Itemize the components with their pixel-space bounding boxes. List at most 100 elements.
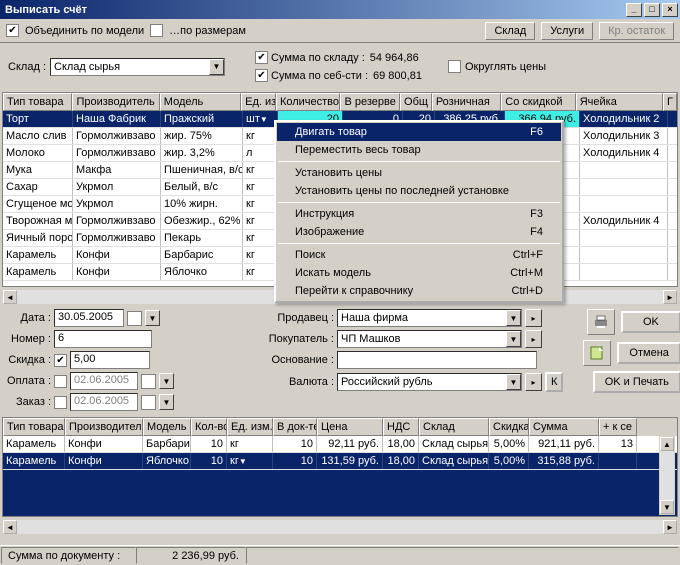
col-header[interactable]: Сумма <box>529 418 599 436</box>
cell: Обезжир., 62% <box>161 213 243 229</box>
skidka-checkbox[interactable]: ✔ <box>54 354 67 367</box>
skidka-input[interactable]: 5,00 <box>70 351 150 369</box>
menu-item[interactable]: ИзображениеF4 <box>277 223 561 241</box>
menu-item[interactable]: Установить цены по последней установке <box>277 182 561 200</box>
printer-icon <box>593 315 609 329</box>
ok-button[interactable]: OK <box>621 311 680 333</box>
col-header[interactable]: НДС <box>383 418 419 436</box>
col-header[interactable]: В резерве <box>340 93 400 111</box>
pokup-lookup-icon[interactable]: ▸ <box>525 330 542 348</box>
maximize-button[interactable]: □ <box>644 3 660 17</box>
hscroll2-left-icon[interactable]: ◄ <box>3 520 17 534</box>
oplata-picker-icon[interactable] <box>141 374 156 389</box>
col-header[interactable]: В док-те <box>273 418 317 436</box>
cell: Конфи <box>73 264 161 280</box>
prodavec-lookup-icon[interactable]: ▸ <box>525 309 542 327</box>
menu-item-label: Перейти к справочнику <box>295 285 494 297</box>
sum-sklad-checkbox[interactable]: ✔ <box>255 51 268 64</box>
zakaz-checkbox[interactable] <box>54 396 67 409</box>
sklad-combo[interactable]: Склад сырья ▼ <box>50 58 225 76</box>
pokup-drop-icon[interactable]: ▼ <box>506 331 521 347</box>
col-header[interactable]: Розничная <box>432 93 501 111</box>
osnov-label: Основание : <box>264 354 334 366</box>
menu-item[interactable]: Искать модельCtrl+M <box>277 264 561 282</box>
sklad-value: Склад сырья <box>51 60 209 74</box>
prodavec-drop-icon[interactable]: ▼ <box>506 310 521 326</box>
oplata-checkbox[interactable] <box>54 375 67 388</box>
col-header-extra[interactable]: Г <box>663 93 677 111</box>
cell: кг <box>243 213 278 229</box>
col-header[interactable]: Ед. изм. <box>227 418 273 436</box>
sheet-icon-button[interactable] <box>583 340 611 366</box>
menu-item[interactable]: Перейти к справочникуCtrl+D <box>277 282 561 300</box>
col-header[interactable]: Тип товара <box>3 93 72 111</box>
cancel-button[interactable]: Отмена <box>617 342 680 364</box>
menu-item[interactable]: Переместить весь товар <box>277 141 561 159</box>
menu-item[interactable]: Двигать товарF6 <box>277 123 561 141</box>
oplata-input[interactable]: 02.06.2005 <box>70 372 138 390</box>
valuta-drop-icon[interactable]: ▼ <box>506 374 521 390</box>
vscroll-up-icon[interactable]: ▲ <box>660 437 674 451</box>
col-header[interactable]: Цена <box>317 418 383 436</box>
col-header[interactable]: Ячейка <box>576 93 663 111</box>
k-button[interactable]: К <box>545 372 563 392</box>
tab-uslugi[interactable]: Услуги <box>541 22 593 40</box>
vscroll-down-icon[interactable]: ▼ <box>660 500 674 514</box>
col-header[interactable]: Тип товара <box>3 418 65 436</box>
col-header[interactable]: Со скидкой <box>501 93 575 111</box>
date-picker-icon[interactable] <box>127 311 142 326</box>
doc-lines-body[interactable]: КарамельКонфиБарбарис10кг1092,11 руб.18,… <box>3 436 677 516</box>
tab-kr-ostatok[interactable]: Кр. остаток <box>599 22 674 40</box>
col-header[interactable]: Модель <box>143 418 191 436</box>
merge-by-model-checkbox[interactable]: ✔ <box>6 24 19 37</box>
col-header[interactable]: Общ <box>400 93 432 111</box>
table-row[interactable]: КарамельКонфиБарбарис10кг1092,11 руб.18,… <box>3 436 677 453</box>
ok-print-button[interactable]: OK и Печать <box>593 371 680 393</box>
warehouse-panel: Склад : Склад сырья ▼ ✔ Сумма по складу … <box>0 43 680 90</box>
round-prices-checkbox[interactable] <box>448 60 461 73</box>
prodavec-combo[interactable]: Наша фирма▼ <box>337 309 522 327</box>
table-row[interactable]: КарамельКонфиЯблочко10кг ▼10131,59 руб.1… <box>3 453 677 470</box>
pokup-combo[interactable]: ЧП Машков▼ <box>337 330 522 348</box>
zakaz-drop-icon[interactable]: ▼ <box>159 394 174 410</box>
by-sizes-checkbox[interactable] <box>150 24 163 37</box>
sum-seb-label: Сумма по себ-сти : <box>271 70 368 82</box>
col-header[interactable]: + к се <box>599 418 637 436</box>
tab-sklad[interactable]: Склад <box>485 22 535 40</box>
col-header[interactable]: Количество <box>276 93 341 111</box>
col-header[interactable]: Производитель <box>65 418 143 436</box>
date-input[interactable]: 30.05.2005 <box>54 309 124 327</box>
minimize-button[interactable]: _ <box>626 3 642 17</box>
hscroll2-right-icon[interactable]: ► <box>663 520 677 534</box>
doc-lines-grid[interactable]: Тип товараПроизводительМодельКол-воЕд. и… <box>2 417 678 517</box>
menu-item[interactable]: Установить цены <box>277 164 561 182</box>
valuta-lookup-icon[interactable]: ▸ <box>525 373 542 391</box>
context-menu[interactable]: Двигать товарF6Переместить весь товар Уст… <box>274 120 564 303</box>
osnov-input[interactable] <box>337 351 537 369</box>
date-drop-icon[interactable]: ▼ <box>145 310 160 326</box>
cell <box>580 264 668 280</box>
menu-item[interactable]: ПоискCtrl+F <box>277 246 561 264</box>
zakaz-input[interactable]: 02.06.2005 <box>70 393 138 411</box>
hscroll-left-icon[interactable]: ◄ <box>3 290 17 304</box>
menu-item[interactable]: ИнструкцияF3 <box>277 205 561 223</box>
print-icon-button[interactable] <box>587 309 615 335</box>
sklad-drop-icon[interactable]: ▼ <box>209 59 224 75</box>
col-header[interactable]: Производитель <box>72 93 159 111</box>
cell: шт ▼ <box>243 111 278 127</box>
cell: Мука <box>3 162 73 178</box>
col-header[interactable]: Ед. изм <box>241 93 276 111</box>
col-header[interactable]: Скидка <box>489 418 529 436</box>
oplata-drop-icon[interactable]: ▼ <box>159 373 174 389</box>
merge-by-model-label: Объединить по модели <box>25 25 144 37</box>
valuta-combo[interactable]: Российский рубль▼ <box>337 373 522 391</box>
hscroll-right-icon[interactable]: ► <box>663 290 677 304</box>
sum-seb-checkbox[interactable]: ✔ <box>255 69 268 82</box>
zakaz-picker-icon[interactable] <box>141 395 156 410</box>
close-button[interactable]: × <box>662 3 678 17</box>
nomer-input[interactable]: 6 <box>54 330 152 348</box>
col-header[interactable]: Кол-во <box>191 418 227 436</box>
col-header[interactable]: Модель <box>160 93 241 111</box>
cell: Холодильник 2 <box>580 111 668 127</box>
col-header[interactable]: Склад <box>419 418 489 436</box>
